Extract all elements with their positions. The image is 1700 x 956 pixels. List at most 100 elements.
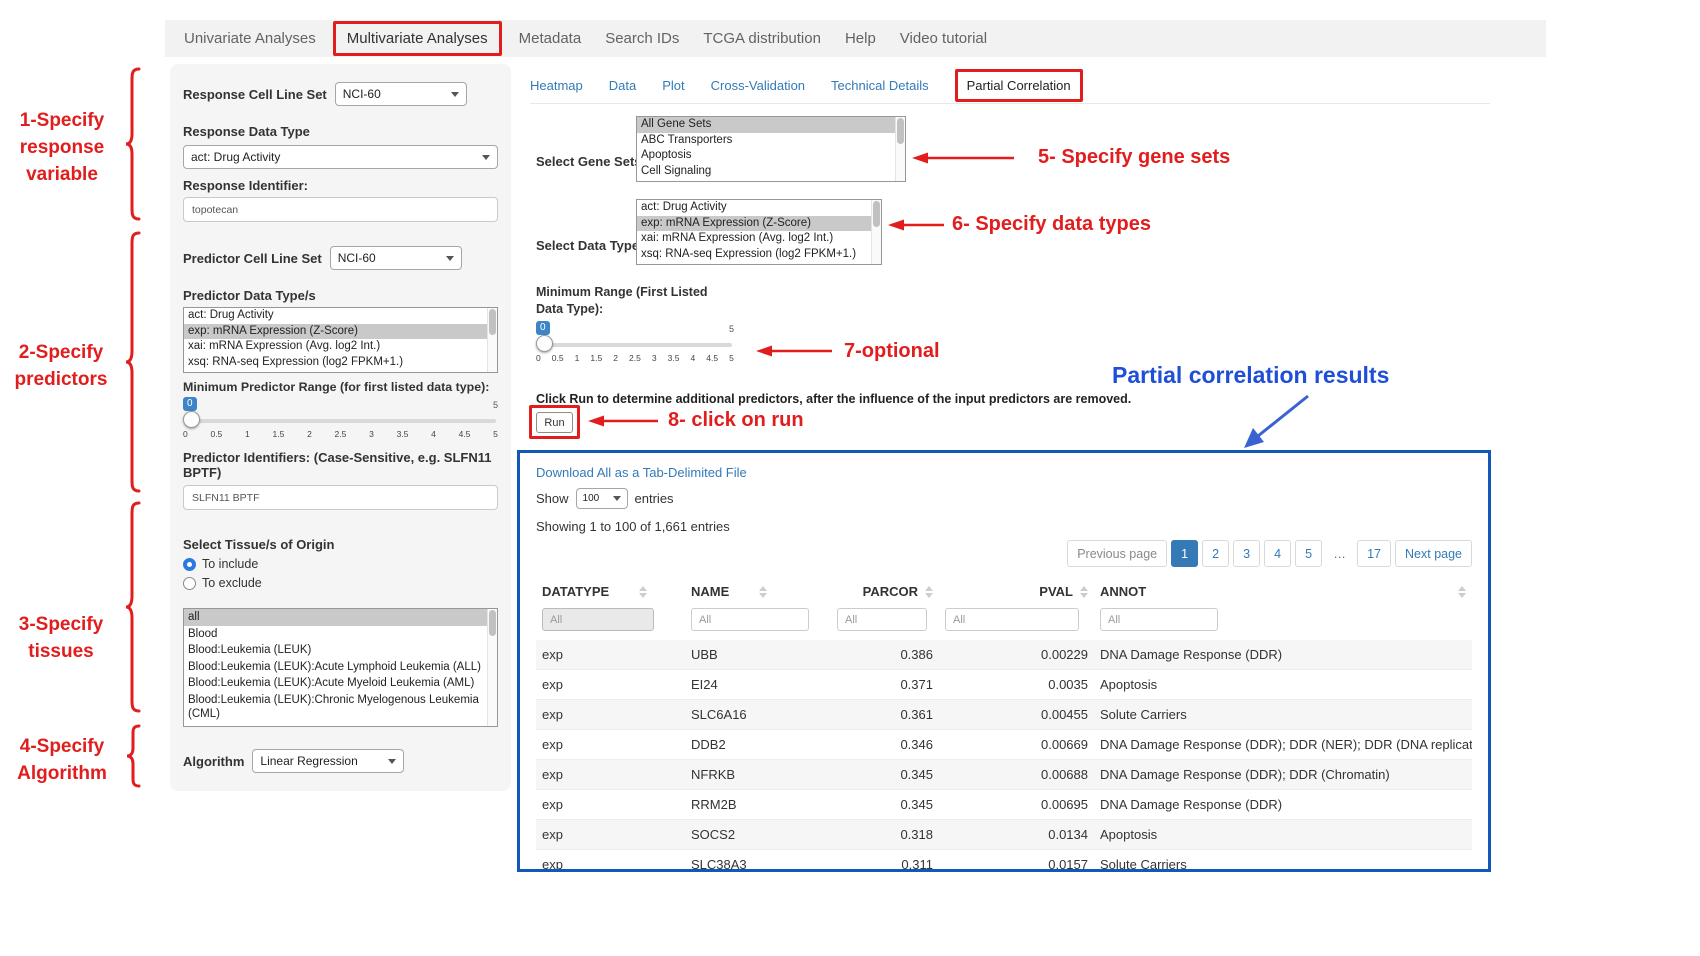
option[interactable]: Blood:Leukemia (LEUK):Chronic Myelogenou… [184,692,497,723]
option[interactable]: xsq: RNA-seq Expression (log2 FPKM+1.) [184,355,497,371]
table-row[interactable]: exp RRM2B 0.345 0.00695 DNA Damage Respo… [536,790,1472,820]
brace-step2 [124,230,142,494]
column-header-pval[interactable]: PVAL [1039,584,1073,599]
tabs-divider [530,103,1490,104]
option[interactable]: Blood [184,626,497,643]
tab-heatmap[interactable]: Heatmap [530,78,583,93]
tick-label: 4.5 [706,353,718,363]
run-button[interactable]: Run [536,412,573,433]
predictor-cell-line-set-select[interactable]: NCI-60 [330,246,462,270]
nav-multivariate-analyses[interactable]: Multivariate Analyses [340,26,495,51]
algorithm-select[interactable]: Linear Regression [252,749,404,773]
predictor-identifiers-input[interactable] [183,485,498,510]
scrollbar[interactable] [487,308,497,372]
column-header-name[interactable]: NAME [691,584,729,599]
table-row[interactable]: exp UBB 0.386 0.00229 DNA Damage Respons… [536,640,1472,670]
response-identifier-label: Response Identifier: [183,178,498,193]
response-data-type-select[interactable]: act: Drug Activity [183,145,498,169]
radio-to-exclude[interactable]: To exclude [183,576,498,590]
table-row[interactable]: exp NFRKB 0.345 0.00688 DNA Damage Respo… [536,760,1472,790]
scrollbar-thumb[interactable] [489,610,496,636]
radio-to-include[interactable]: To include [183,557,498,571]
response-identifier-input[interactable] [183,197,498,222]
option[interactable]: Cell Signaling [637,164,905,180]
nav-tcga-distribution[interactable]: TCGA distribution [696,26,828,51]
select-gene-sets-label: Select Gene Sets [536,154,642,169]
slider-handle[interactable] [183,411,200,428]
slider-track[interactable] [538,343,732,347]
page-button-1[interactable]: 1 [1171,540,1198,567]
tick-label: 0.5 [210,429,222,439]
scrollbar-thumb[interactable] [489,309,496,335]
option[interactable]: xai: mRNA Expression (Avg. log2 Int.) [184,339,497,355]
tick-label: 1 [575,353,580,363]
filter-parcor-input[interactable] [837,608,927,631]
sort-icon[interactable] [1080,586,1088,598]
sort-icon[interactable] [1458,586,1466,598]
nav-search-ids[interactable]: Search IDs [598,26,686,51]
page-button-5[interactable]: 5 [1295,540,1322,567]
option[interactable]: xsq: RNA-seq Expression (log2 FPKM+1.) [637,247,881,263]
page-button-3[interactable]: 3 [1233,540,1260,567]
slider-track[interactable] [185,419,496,423]
show-label: Show [536,491,569,506]
column-header-annot[interactable]: ANNOT [1100,584,1146,599]
tab-cross-validation[interactable]: Cross-Validation [711,78,805,93]
scrollbar[interactable] [895,117,905,181]
sort-icon[interactable] [925,586,933,598]
column-header-parcor[interactable]: PARCOR [863,584,918,599]
page-button-17[interactable]: 17 [1357,540,1391,567]
table-row[interactable]: exp SLC6A16 0.361 0.00455 Solute Carrier… [536,700,1472,730]
option[interactable]: ABC Transporters [637,133,905,149]
tab-data[interactable]: Data [609,78,636,93]
option[interactable]: act: Drug Activity [637,200,881,216]
download-link[interactable]: Download All as a Tab-Delimited File [536,465,747,480]
scrollbar-thumb[interactable] [897,118,904,144]
tick-label: 0.5 [552,353,564,363]
tab-plot[interactable]: Plot [662,78,684,93]
table-row[interactable]: exp EI24 0.371 0.0035 Apoptosis [536,670,1472,700]
option-selected[interactable]: exp: mRNA Expression (Z-Score) [184,324,497,340]
filter-name-input[interactable] [691,608,809,631]
arrow-left-icon [910,151,1016,165]
option[interactable]: Blood:Leukemia (LEUK):Acute Myeloid Leuk… [184,675,497,692]
option[interactable]: xai: mRNA Expression (Avg. log2 Int.) [637,231,881,247]
next-page-button[interactable]: Next page [1395,540,1472,567]
nav-metadata[interactable]: Metadata [512,26,589,51]
response-cell-line-set-select[interactable]: NCI-60 [335,82,467,106]
filter-datatype-input[interactable] [542,608,654,631]
scrollbar[interactable] [871,200,881,264]
annotation-step1: 1-Specify response variable [4,108,120,189]
filter-annot-input[interactable] [1100,608,1218,631]
page-button-4[interactable]: 4 [1264,540,1291,567]
entries-per-page-select[interactable]: 100 [576,488,628,509]
table-row[interactable]: exp DDB2 0.346 0.00669 DNA Damage Respon… [536,730,1472,760]
nav-univariate-analyses[interactable]: Univariate Analyses [177,26,323,51]
slider-handle[interactable] [536,335,553,352]
sort-icon[interactable] [639,586,647,598]
page-button-2[interactable]: 2 [1202,540,1229,567]
brace-step3 [124,500,142,714]
scrollbar-thumb[interactable] [873,201,880,227]
tab-partial-correlation[interactable]: Partial Correlation [967,78,1071,93]
option[interactable]: Blood:Leukemia (LEUK) [184,642,497,659]
option-selected[interactable]: all [184,609,497,626]
option[interactable]: Blood:Leukemia (LEUK):Acute Lymphoid Leu… [184,659,497,676]
nav-help[interactable]: Help [838,26,883,51]
option[interactable]: act: Drug Activity [184,308,497,324]
cell-annot: DNA Damage Response (DDR); DDR (Chromati… [1094,760,1472,790]
column-header-datatype[interactable]: DATATYPE [542,584,609,599]
tab-technical-details[interactable]: Technical Details [831,78,929,93]
table-row[interactable]: exp SOCS2 0.318 0.0134 Apoptosis [536,820,1472,850]
scrollbar[interactable] [487,609,497,726]
option-selected[interactable]: All Gene Sets [637,117,905,133]
previous-page-button[interactable]: Previous page [1067,540,1167,567]
option[interactable]: Apoptosis [637,148,905,164]
option-selected[interactable]: exp: mRNA Expression (Z-Score) [637,216,881,232]
tick-label: 2 [307,429,312,439]
tick-label: 3 [369,429,374,439]
table-row[interactable]: exp SLC38A3 0.311 0.0157 Solute Carriers [536,850,1472,873]
sort-icon[interactable] [759,586,767,598]
nav-video-tutorial[interactable]: Video tutorial [893,26,994,51]
filter-pval-input[interactable] [945,608,1079,631]
